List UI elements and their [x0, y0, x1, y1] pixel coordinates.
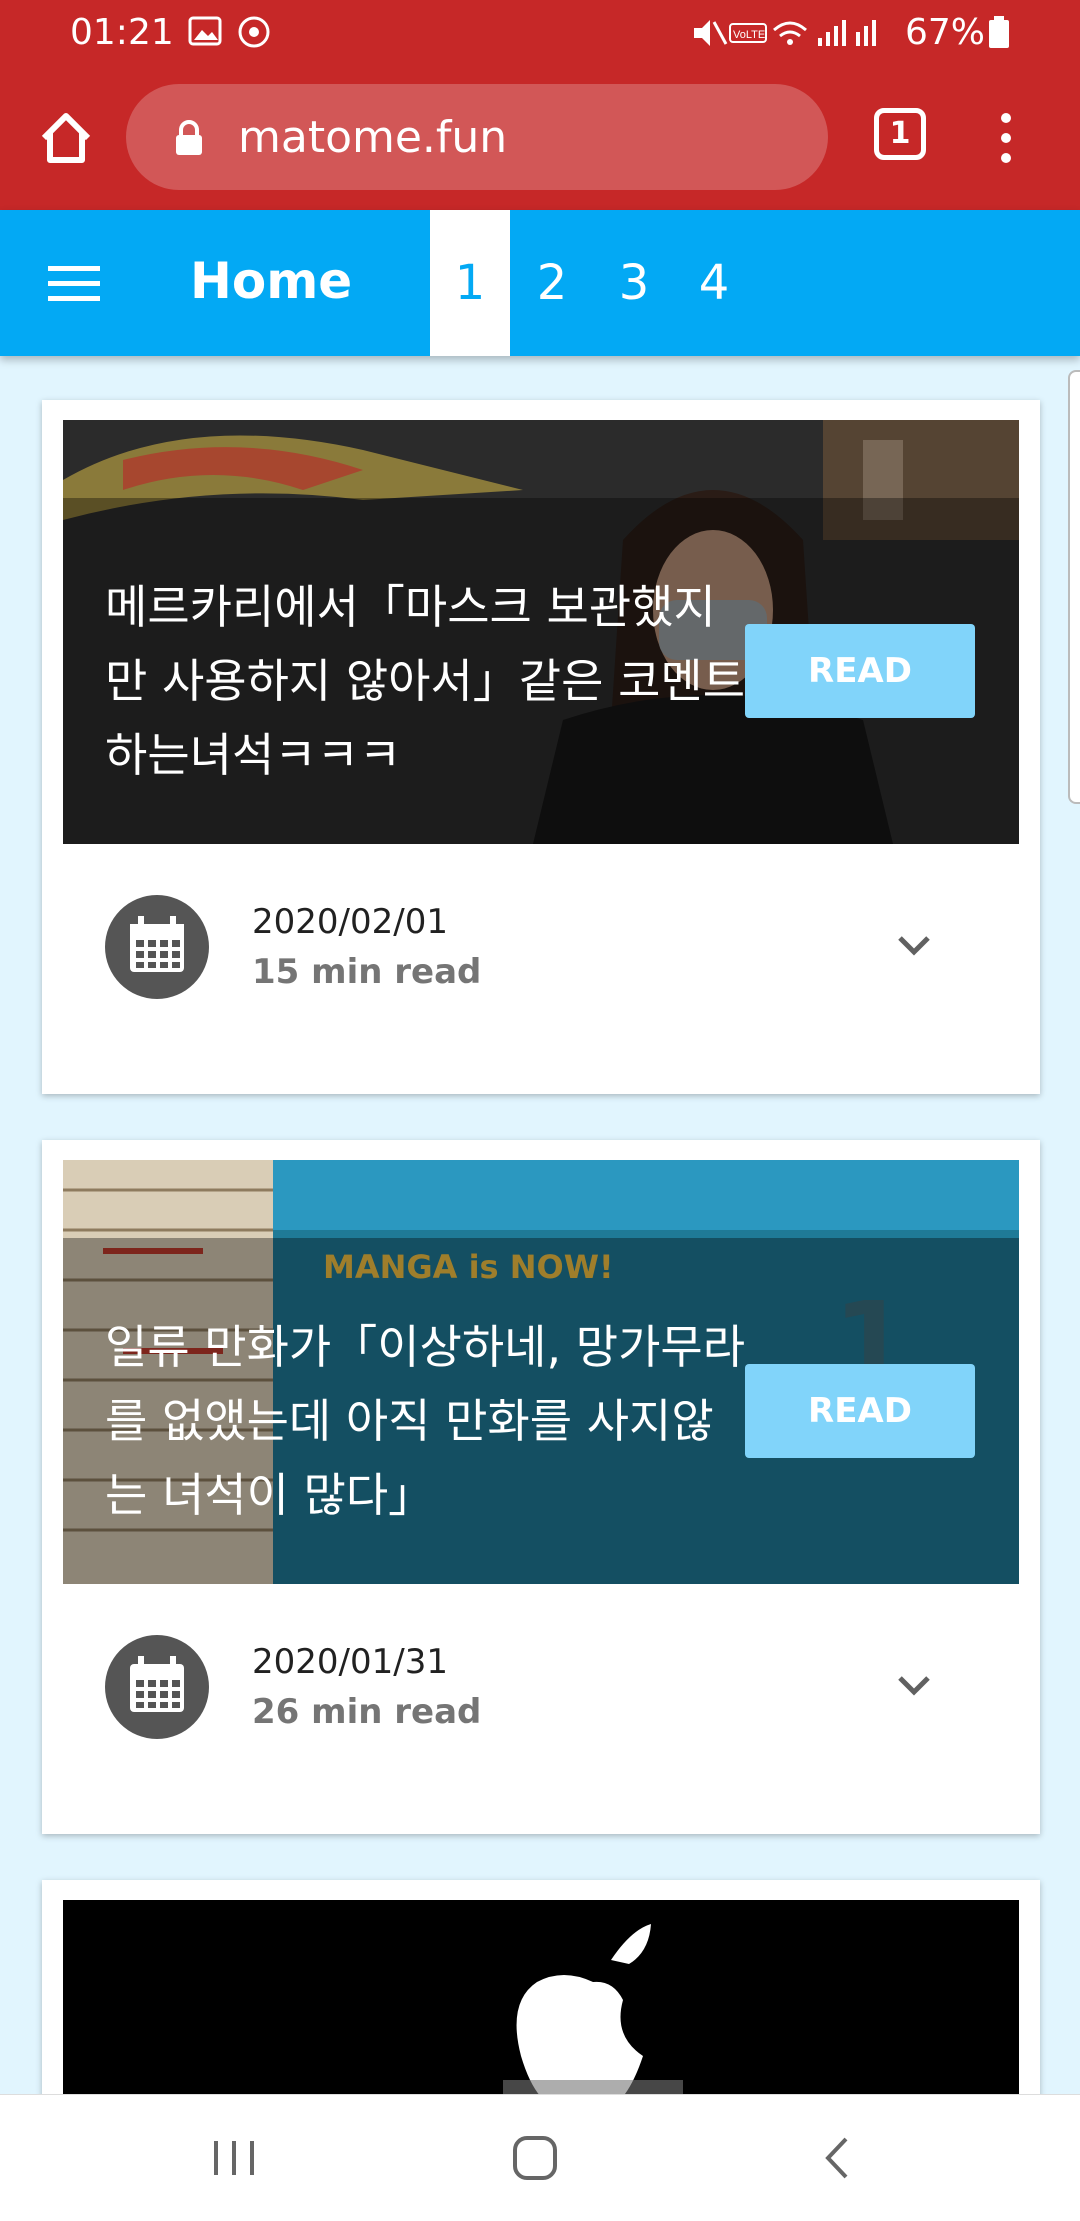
article-date: 2020/02/01: [252, 902, 448, 942]
read-button[interactable]: READ: [745, 624, 975, 718]
battery-icon: [989, 16, 1009, 48]
calendar-icon: [105, 1635, 209, 1739]
status-bar: 01:21 VoLTE 67%: [0, 0, 1080, 66]
article-read-time: 15 min read: [252, 952, 482, 992]
url-text: matome.fun: [238, 112, 508, 163]
battery-percent: 67%: [905, 12, 986, 53]
more-options-icon[interactable]: [988, 110, 1024, 166]
status-time: 01:21: [70, 12, 174, 53]
home-icon[interactable]: [36, 108, 96, 168]
article-card[interactable]: 메르카리에서「마스크 보관했지만 사용하지 않아서」같은 코멘트 하는녀석ㅋㅋㅋ…: [42, 400, 1040, 1094]
page-title[interactable]: Home: [190, 252, 352, 310]
calendar-icon: [105, 895, 209, 999]
home-nav-icon[interactable]: [506, 2133, 566, 2183]
article-read-time: 26 min read: [252, 1692, 482, 1732]
article-title[interactable]: 메르카리에서「마스크 보관했지만 사용하지 않아서」같은 코멘트 하는녀석ㅋㅋㅋ: [105, 570, 755, 792]
article-date: 2020/01/31: [252, 1642, 448, 1682]
recent-apps-icon[interactable]: [204, 2133, 264, 2183]
chevron-down-icon[interactable]: [894, 926, 934, 966]
scrollbar-thumb[interactable]: [1068, 370, 1080, 804]
tab-switcher-button[interactable]: 1: [874, 108, 926, 160]
article-image: MANGA is NOW! 1 일류 만화가「이상하네, 망가무라를 없앴는데 …: [63, 1160, 1019, 1584]
article-image: 메르카리에서「마스크 보관했지만 사용하지 않아서」같은 코멘트 하는녀석ㅋㅋㅋ…: [63, 420, 1019, 844]
menu-icon[interactable]: [48, 266, 100, 302]
app-header: Home 1 2 3 4: [0, 210, 1080, 356]
svg-text:VoLTE: VoLTE: [733, 29, 765, 41]
page-tab-3[interactable]: 3: [594, 210, 674, 356]
signal-icons: VoLTE: [694, 20, 876, 46]
browser-toolbar: matome.fun 1: [0, 66, 1080, 210]
read-button[interactable]: READ: [745, 1364, 975, 1458]
page-tab-4[interactable]: 4: [674, 210, 754, 356]
article-card[interactable]: MANGA is NOW! 1 일류 만화가「이상하네, 망가무라를 없앴는데 …: [42, 1140, 1040, 1834]
article-title[interactable]: 일류 만화가「이상하네, 망가무라를 없앴는데 아직 만화를 사지않는 녀석이 …: [105, 1310, 755, 1532]
chrome-notification-icon: [238, 16, 270, 48]
back-icon[interactable]: [808, 2133, 868, 2183]
address-bar[interactable]: matome.fun: [126, 84, 828, 190]
system-nav-bar: [0, 2094, 1080, 2221]
chevron-down-icon[interactable]: [894, 1666, 934, 1706]
page-tab-2[interactable]: 2: [512, 210, 592, 356]
lock-icon: [176, 120, 202, 155]
page-tab-1[interactable]: 1: [430, 210, 510, 356]
gallery-notification-icon: [188, 16, 222, 46]
